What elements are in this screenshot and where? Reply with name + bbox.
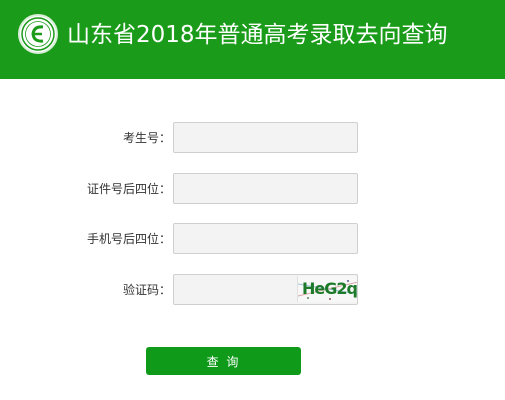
captcha-image-text: HeG2q bbox=[302, 279, 357, 298]
id-last4-input[interactable] bbox=[173, 173, 358, 204]
exam-number-input[interactable] bbox=[173, 122, 358, 153]
page-title: 山东省2018年普通高考录取去向查询 bbox=[67, 22, 448, 48]
exam-number-label: 考生号： bbox=[122, 131, 171, 145]
page-header: 山东省2018年普通高考录取去向查询 bbox=[0, 0, 505, 79]
captcha-image[interactable]: HeG2q bbox=[297, 276, 357, 302]
id-last4-label: 证件号后四位： bbox=[86, 182, 171, 196]
phone-last4-label: 手机号后四位： bbox=[86, 232, 171, 246]
exam-e-logo-icon bbox=[18, 14, 58, 54]
query-button[interactable]: 查 询 bbox=[146, 347, 301, 375]
phone-last4-input[interactable] bbox=[173, 223, 358, 254]
captcha-label: 验证码： bbox=[122, 283, 171, 297]
